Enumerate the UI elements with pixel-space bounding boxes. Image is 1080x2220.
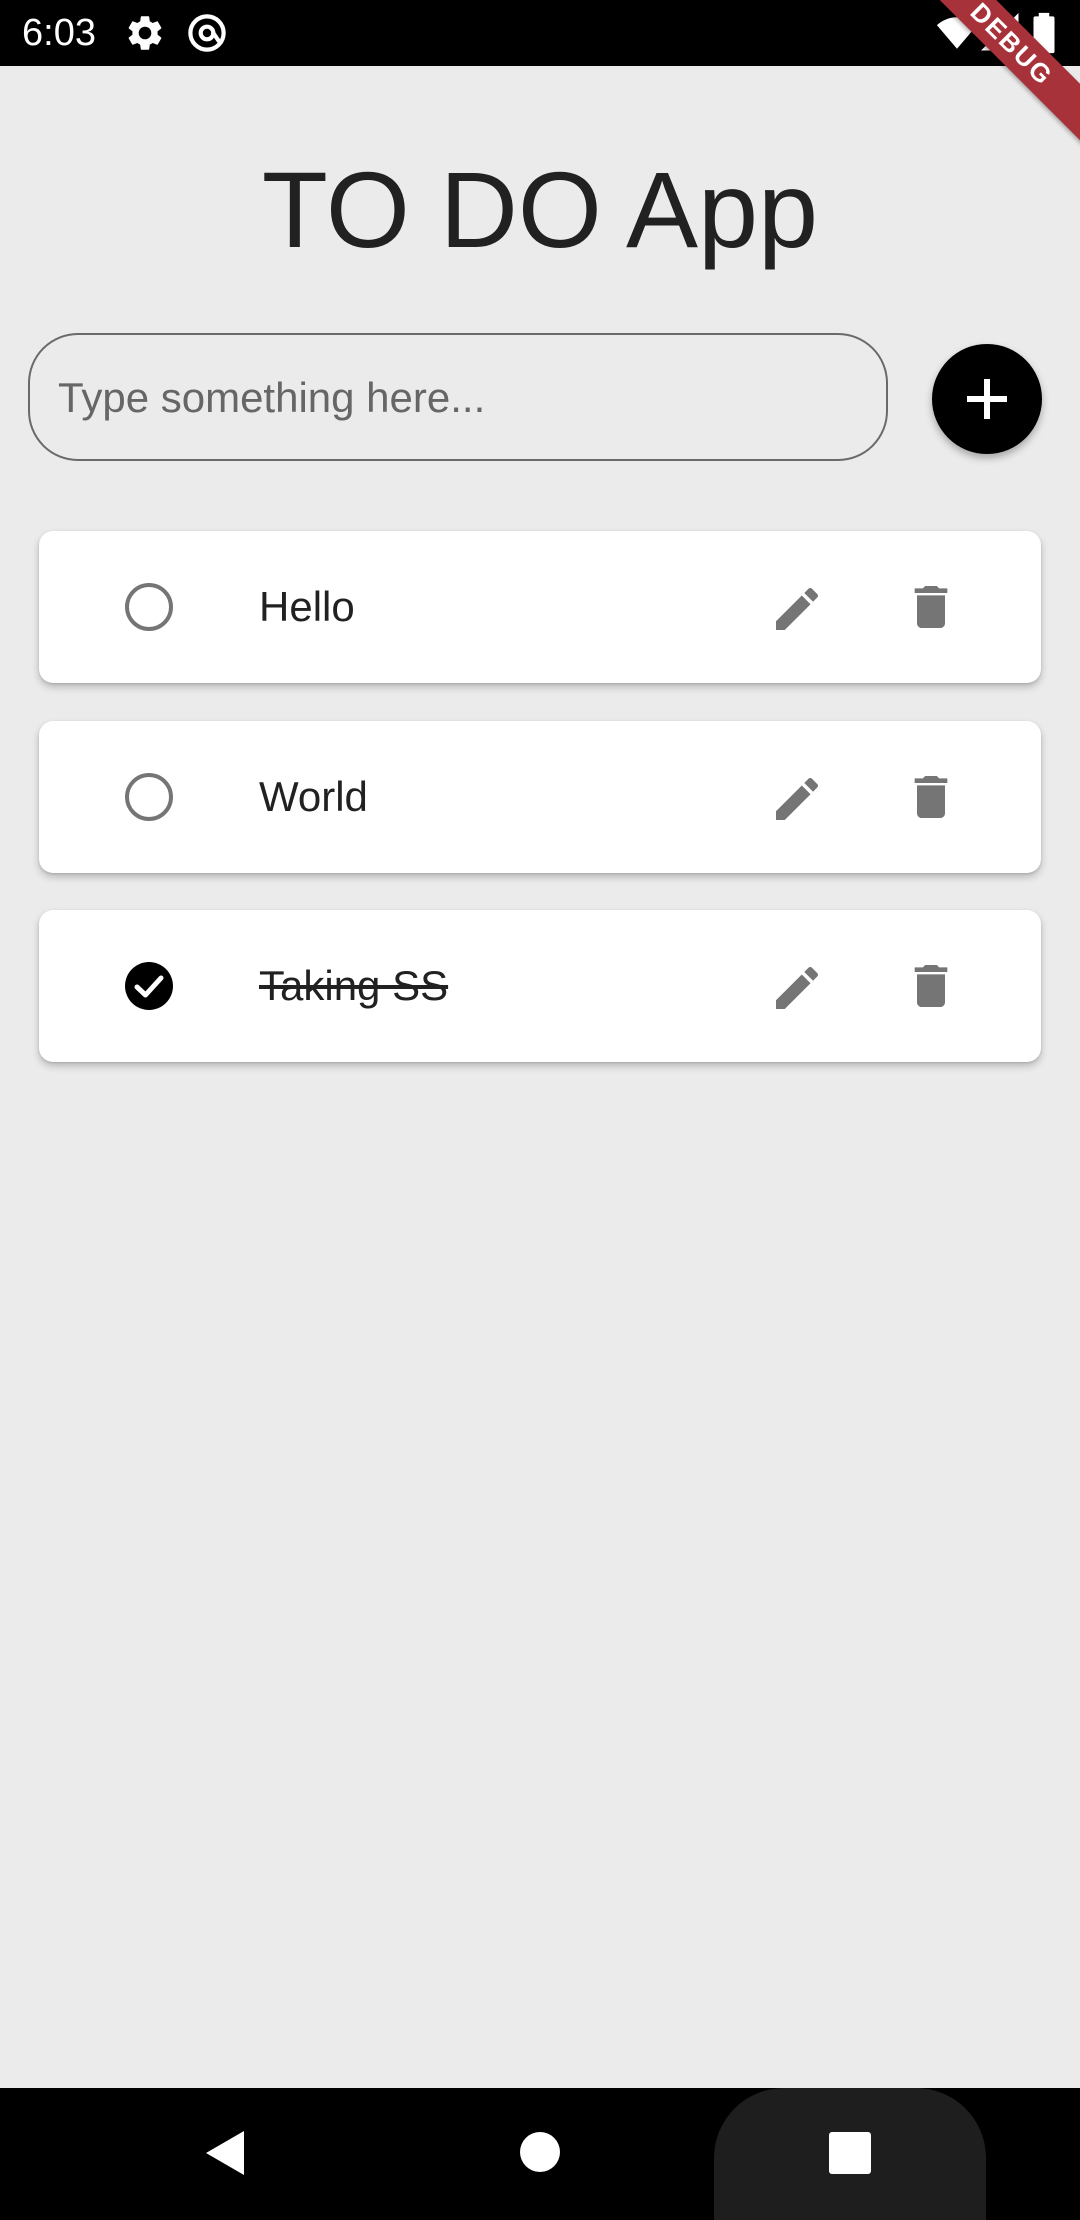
check-circle-icon: [125, 962, 173, 1010]
debug-banner: DEBUG: [905, 0, 1080, 151]
at-sign-icon: [186, 12, 228, 54]
edit-task-button[interactable]: [769, 960, 825, 1016]
delete-task-button[interactable]: [903, 958, 959, 1014]
trash-icon: [914, 776, 948, 818]
task-label: World: [259, 773, 368, 820]
pencil-icon: [776, 777, 819, 820]
plus-icon: [967, 379, 1007, 419]
status-time: 6:03: [22, 12, 96, 54]
recents-icon[interactable]: [829, 2132, 871, 2174]
task-item: Taking SS: [39, 910, 1041, 1062]
add-task-button[interactable]: [932, 344, 1042, 454]
task-checkbox-unchecked[interactable]: [123, 771, 175, 823]
task-item: World: [39, 721, 1041, 873]
task-checkbox-unchecked[interactable]: [123, 581, 175, 633]
trash-icon: [914, 965, 948, 1007]
task-label-completed: Taking SS: [259, 962, 449, 1009]
task-label: Hello: [259, 583, 355, 630]
page-title: TO DO App: [261, 149, 819, 270]
edit-task-button[interactable]: [769, 771, 825, 827]
home-icon[interactable]: [520, 2132, 560, 2172]
circle-outline-icon: [125, 773, 173, 821]
trash-icon: [914, 586, 948, 628]
pencil-icon: [776, 587, 819, 630]
circle-outline-icon: [125, 583, 173, 631]
task-item: Hello: [39, 531, 1041, 683]
delete-task-button[interactable]: [903, 769, 959, 825]
navigation-bar: [0, 2088, 1080, 2220]
task-checkbox-checked[interactable]: [123, 960, 175, 1012]
task-input-container[interactable]: [28, 333, 888, 461]
task-input[interactable]: [56, 335, 860, 461]
edit-task-button[interactable]: [769, 581, 825, 637]
delete-task-button[interactable]: [903, 579, 959, 635]
back-icon[interactable]: [204, 2128, 248, 2183]
gear-icon: [124, 12, 166, 54]
pencil-icon: [776, 966, 819, 1009]
